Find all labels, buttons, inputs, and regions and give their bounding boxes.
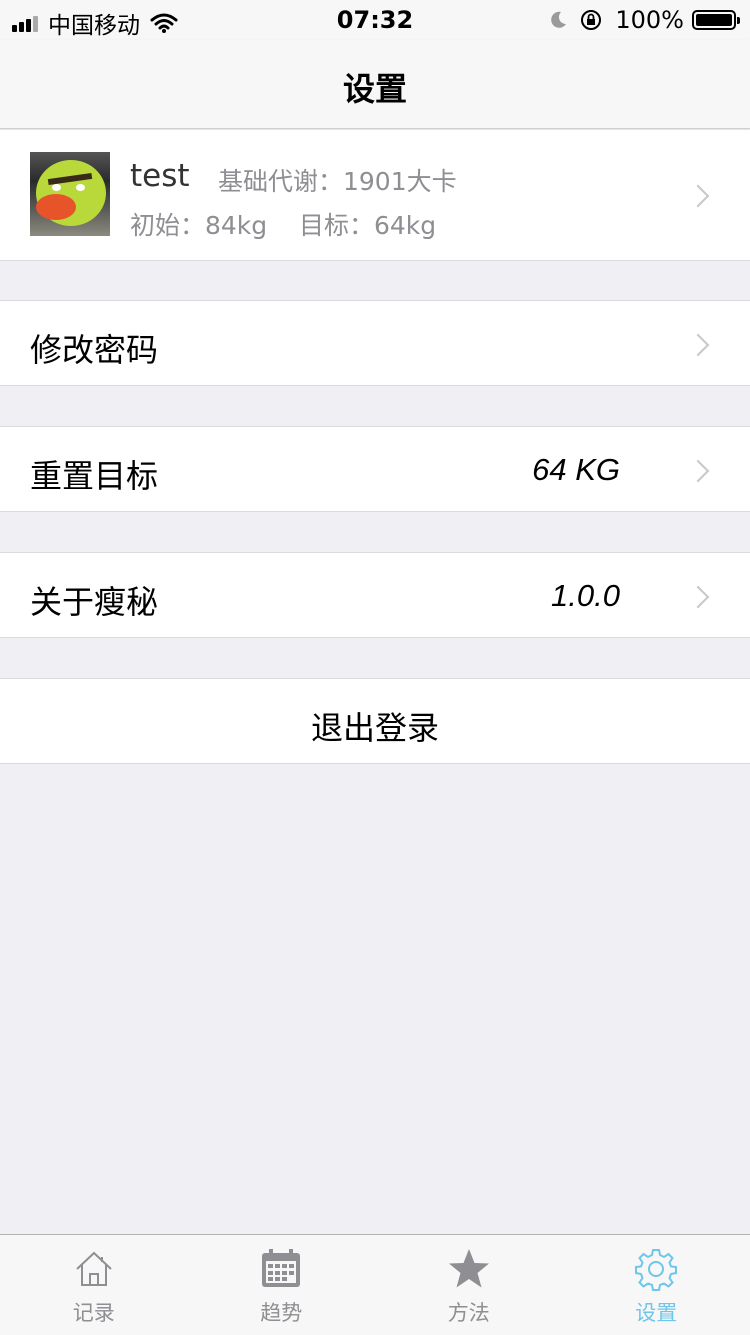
battery-percent: 100% [615,6,684,34]
tab-bar: 记录 趋势 方法 [0,1234,750,1335]
nav-bar: 设置 [0,40,750,129]
reset-goal-label: 重置目标 [30,451,158,497]
status-right: 100% [547,6,736,34]
profile-weights: 初始：84kg 目标：64kg [130,206,436,242]
moon-icon [547,9,569,31]
avatar [30,152,110,236]
profile-bmr: 基础代谢：1901大卡 [218,162,457,198]
tab-settings[interactable]: 设置 [563,1235,750,1335]
tab-label: 设置 [563,1297,750,1327]
page-title: 设置 [0,64,750,110]
chevron-right-icon [687,185,710,208]
tab-record[interactable]: 记录 [0,1235,188,1335]
profile-card[interactable]: test 基础代谢：1901大卡 初始：84kg 目标：64kg [0,130,750,261]
logout-button[interactable]: 退出登录 [0,678,750,764]
about-row[interactable]: 关于瘦秘 1.0.0 [0,552,750,638]
reset-goal-value: 64 KG [532,452,620,488]
battery-icon [692,10,736,30]
profile-name: test [130,158,190,194]
gear-icon [634,1247,678,1291]
tab-label: 方法 [375,1297,563,1327]
star-icon [447,1247,491,1291]
chevron-right-icon [687,460,710,483]
chevron-right-icon [687,334,710,357]
tab-label: 记录 [0,1297,188,1327]
tab-trend[interactable]: 趋势 [188,1235,376,1335]
status-bar: 中国移动 07:32 100% [0,0,750,40]
logout-label: 退出登录 [0,703,750,749]
change-password-row[interactable]: 修改密码 [0,300,750,386]
app-version: 1.0.0 [551,578,620,614]
change-password-label: 修改密码 [30,325,158,371]
tab-label: 趋势 [188,1297,376,1327]
calendar-icon [259,1247,303,1291]
about-label: 关于瘦秘 [30,577,158,623]
rotation-lock-icon [579,8,603,32]
reset-goal-row[interactable]: 重置目标 64 KG [0,426,750,512]
home-icon [72,1247,116,1291]
chevron-right-icon [687,586,710,609]
tab-method[interactable]: 方法 [375,1235,563,1335]
